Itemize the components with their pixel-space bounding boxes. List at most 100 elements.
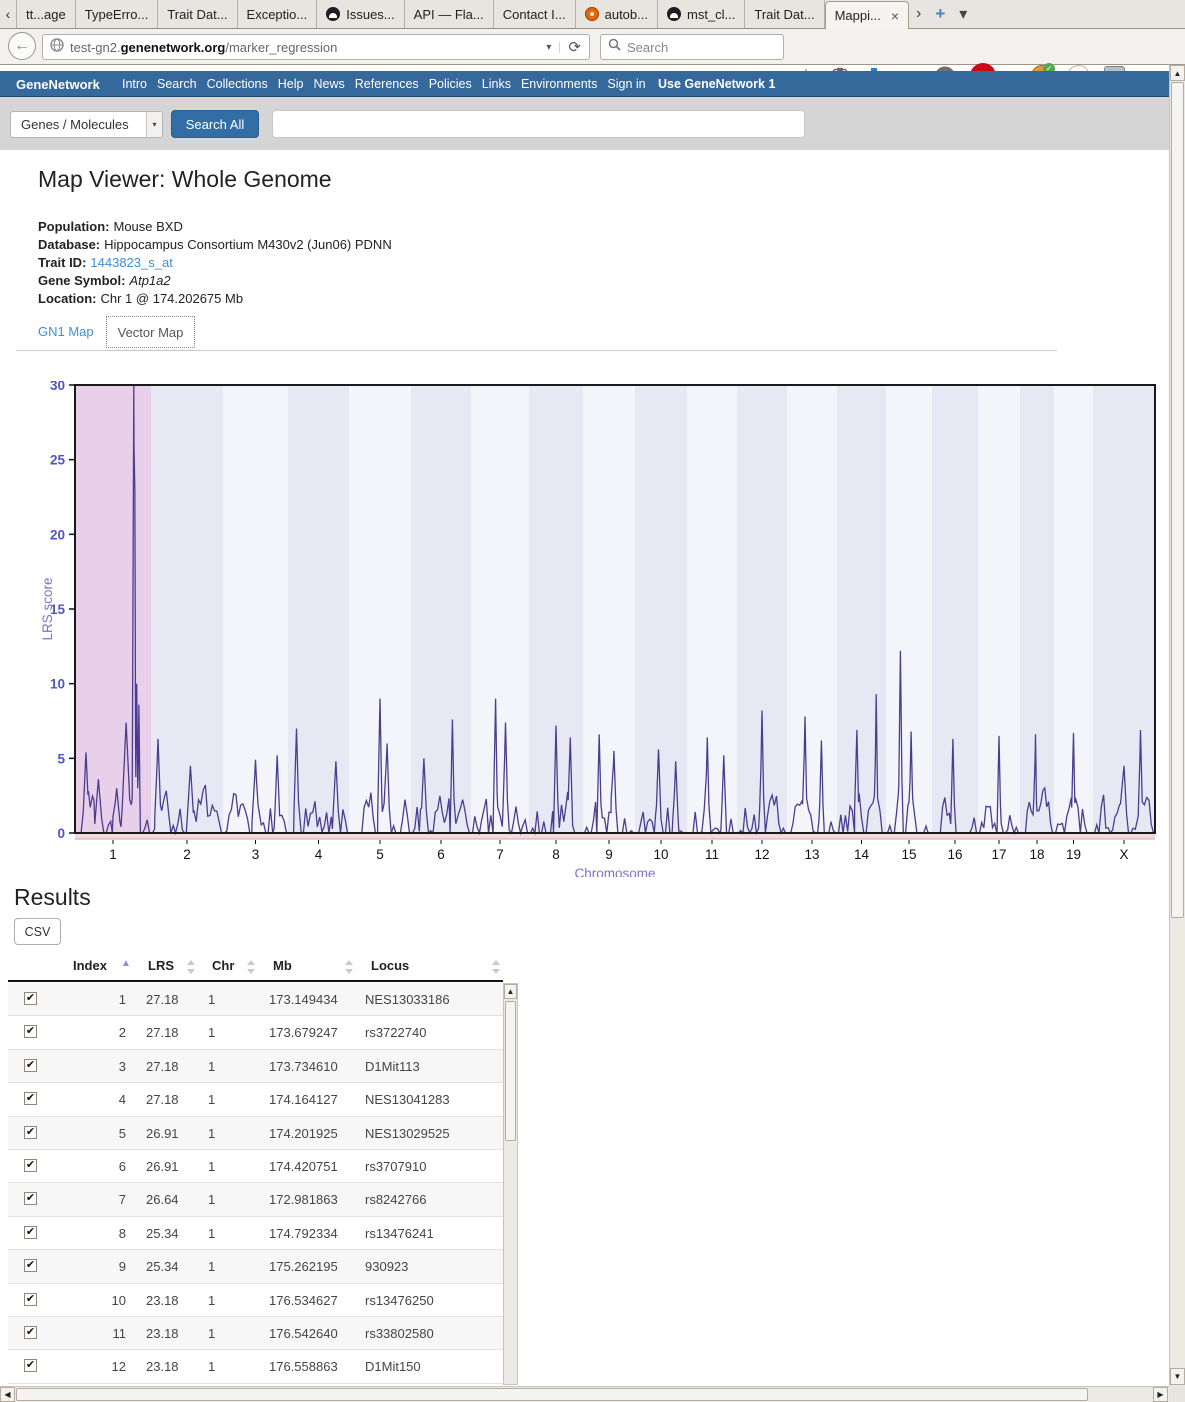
back-button[interactable]: ← [8, 32, 36, 60]
cell-mb: 174.164127 [269, 1092, 338, 1107]
scroll-up-button[interactable]: ▲ [1170, 65, 1185, 81]
cell-chr: 1 [208, 1326, 215, 1341]
row-checkbox[interactable]: ✔ [24, 1092, 37, 1105]
nav-item-search[interactable]: Search [157, 77, 197, 91]
row-checkbox[interactable]: ✔ [24, 992, 37, 1005]
csv-export-button[interactable]: CSV [14, 918, 61, 945]
nav-item-help[interactable]: Help [278, 77, 304, 91]
nav-item-environments[interactable]: Environments [521, 77, 597, 91]
select-caret-icon[interactable]: ▾ [146, 112, 162, 137]
row-checkbox[interactable]: ✔ [24, 1293, 37, 1306]
vertical-scrollbar[interactable]: ▲ ▼ [1169, 65, 1185, 1386]
table-row[interactable]: ✔1023.181176.534627rs13476250 [8, 1284, 503, 1317]
row-checkbox[interactable]: ✔ [24, 1159, 37, 1172]
browser-tab[interactable]: Trait Dat... [745, 0, 824, 28]
column-header-index[interactable]: Index [73, 958, 107, 973]
browser-tab[interactable]: tt...age [16, 0, 76, 28]
chromosome-band-18 [1020, 385, 1054, 833]
genenetwork-brand[interactable]: GeneNetwork [16, 71, 100, 97]
url-bar[interactable]: test-gn2.genenetwork.org/marker_regressi… [42, 34, 590, 60]
x-tick-label: 18 [1029, 847, 1044, 862]
browser-tab[interactable]: autob... [576, 0, 658, 28]
sort-asc-icon[interactable]: ▲ [121, 958, 131, 969]
row-checkbox[interactable]: ✔ [24, 1192, 37, 1205]
browser-tab[interactable]: API — Fla... [405, 0, 494, 28]
scroll-left-button[interactable]: ◀ [0, 1387, 15, 1402]
row-checkbox[interactable]: ✔ [24, 1326, 37, 1339]
browser-tab[interactable]: Contact I... [494, 0, 576, 28]
table-row[interactable]: ✔825.341174.792334rs13476241 [8, 1217, 503, 1250]
x-tick-label: 17 [991, 847, 1006, 862]
tab-list-dropdown-button[interactable]: ▾ [952, 4, 974, 24]
table-row[interactable]: ✔1123.181176.542640rs33802580 [8, 1317, 503, 1350]
browser-tab[interactable]: TypeErro... [76, 0, 159, 28]
row-checkbox[interactable]: ✔ [24, 1025, 37, 1038]
nav-item-references[interactable]: References [355, 77, 419, 91]
search-all-button[interactable]: Search All [171, 110, 259, 138]
cell-mb: 175.262195 [269, 1259, 338, 1274]
column-header-mb[interactable]: Mb [273, 958, 292, 973]
sort-icon[interactable] [247, 960, 255, 974]
github-favicon [667, 7, 681, 21]
nav-item-links[interactable]: Links [482, 77, 511, 91]
horizontal-scrollbar[interactable]: ◀ ▶ [0, 1386, 1169, 1402]
table-row[interactable]: ✔127.181173.149434NES13033186 [8, 983, 503, 1016]
sort-icon[interactable] [345, 960, 353, 974]
results-heading: Results [14, 884, 91, 911]
horizontal-scrollbar-thumb[interactable] [16, 1388, 1088, 1401]
url-text[interactable]: test-gn2.genenetwork.org/marker_regressi… [70, 40, 538, 55]
row-checkbox[interactable]: ✔ [24, 1259, 37, 1272]
column-header-locus[interactable]: Locus [371, 958, 409, 973]
scroll-right-button[interactable]: ▶ [1153, 1387, 1168, 1402]
table-row[interactable]: ✔626.911174.420751rs3707910 [8, 1150, 503, 1183]
nav-item-sign-in[interactable]: Sign in [607, 77, 645, 91]
chromosome-band-8 [529, 385, 583, 833]
table-row[interactable]: ✔427.181174.164127NES13041283 [8, 1083, 503, 1116]
use-genenetwork1-link[interactable]: Use GeneNetwork 1 [658, 71, 775, 97]
row-checkbox[interactable]: ✔ [24, 1359, 37, 1372]
scroll-tabs-left-button[interactable]: ‹ [0, 0, 16, 28]
browser-tab[interactable]: mst_cl... [658, 0, 745, 28]
vertical-scrollbar-thumb[interactable] [1171, 82, 1184, 918]
scroll-down-button[interactable]: ▼ [1170, 1368, 1185, 1385]
browser-tab[interactable]: Exceptio... [238, 0, 318, 28]
table-row[interactable]: ✔327.181173.734610D1Mit113 [8, 1050, 503, 1083]
new-tab-button[interactable]: + [928, 4, 952, 24]
table-row[interactable]: ✔726.641172.981863rs8242766 [8, 1183, 503, 1216]
trait-id-link[interactable]: 1443823_s_at [90, 255, 172, 270]
column-header-lrs[interactable]: LRS [148, 958, 174, 973]
browser-tab-active[interactable]: Mappi...× [825, 1, 909, 29]
table-scrollbar-thumb[interactable] [505, 1001, 516, 1141]
gn-search-input[interactable] [272, 110, 805, 138]
x-axis-title: Chromosome [574, 866, 655, 877]
browser-tab[interactable]: Trait Dat... [158, 0, 237, 28]
table-row[interactable]: ✔227.181173.679247rs3722740 [8, 1016, 503, 1049]
column-header-chr[interactable]: Chr [212, 958, 234, 973]
tab-overflow-button[interactable]: › [909, 5, 928, 23]
x-tick-label: 2 [183, 847, 191, 862]
row-checkbox[interactable]: ✔ [24, 1226, 37, 1239]
row-checkbox[interactable]: ✔ [24, 1059, 37, 1072]
cell-mb: 174.792334 [269, 1226, 338, 1241]
browser-search-box[interactable]: Search [600, 34, 784, 60]
url-history-dropdown[interactable]: ▾ [538, 42, 560, 53]
nav-item-policies[interactable]: Policies [429, 77, 472, 91]
table-scroll-up-button[interactable]: ▲ [504, 984, 517, 999]
tab-vector-map[interactable]: Vector Map [106, 316, 195, 348]
table-scrollbar[interactable]: ▲ [503, 983, 518, 1385]
table-row[interactable]: ✔1223.181176.558863D1Mit150 [8, 1350, 503, 1383]
search-type-select[interactable]: Genes / Molecules ▾ [10, 111, 163, 138]
browser-tab[interactable]: Issues... [317, 0, 404, 28]
meta-value: Chr 1 @ 174.202675 Mb [101, 291, 244, 306]
nav-item-collections[interactable]: Collections [207, 77, 268, 91]
reload-button[interactable]: ⟳ [560, 38, 589, 56]
sort-icon[interactable] [187, 960, 195, 974]
row-checkbox[interactable]: ✔ [24, 1126, 37, 1139]
tab-close-icon[interactable]: × [891, 8, 899, 24]
tab-gn1-map[interactable]: GN1 Map [38, 324, 94, 339]
nav-item-intro[interactable]: Intro [122, 77, 147, 91]
table-row[interactable]: ✔526.911174.201925NES13029525 [8, 1117, 503, 1150]
table-row[interactable]: ✔925.341175.262195930923 [8, 1250, 503, 1283]
nav-item-news[interactable]: News [313, 77, 344, 91]
sort-icon[interactable] [492, 960, 500, 974]
